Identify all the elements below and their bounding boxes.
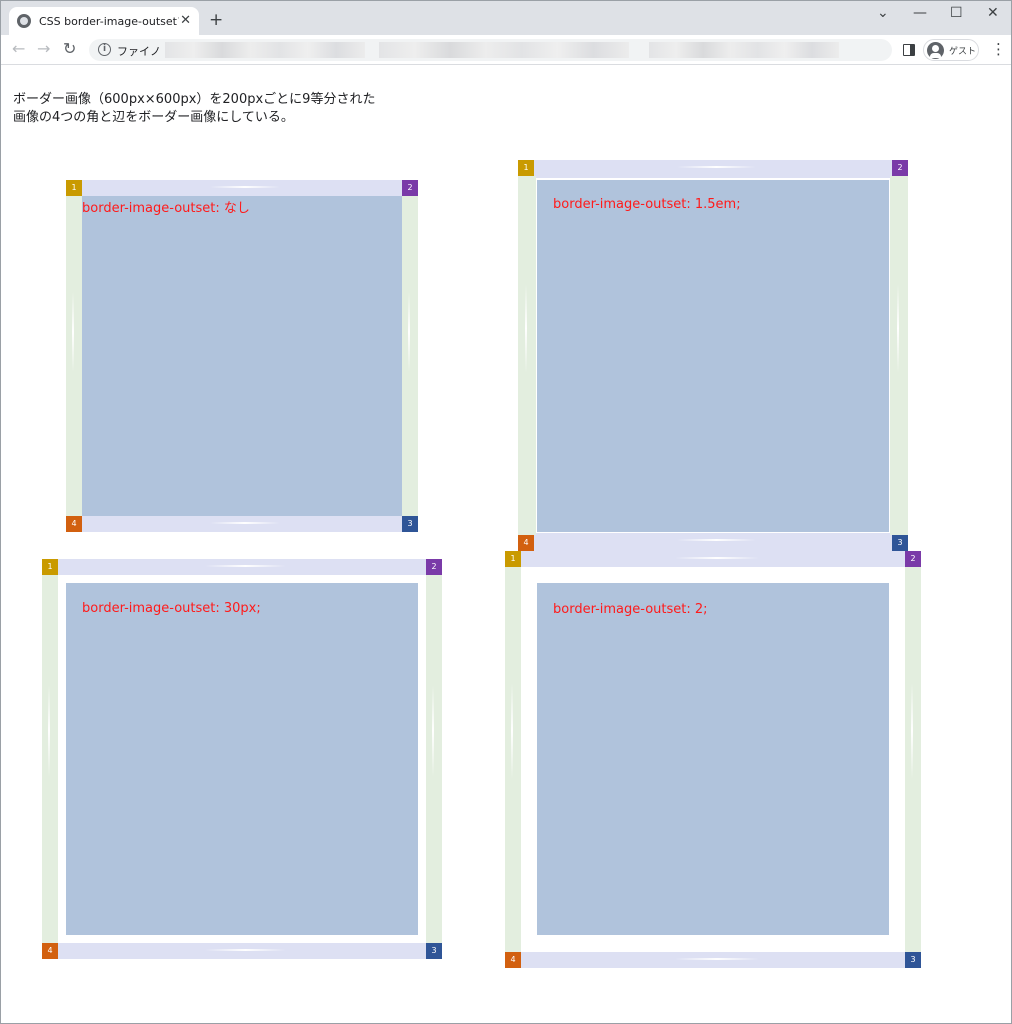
- tab-close-icon[interactable]: ✕: [180, 14, 191, 28]
- avatar-icon: [927, 41, 944, 59]
- box-label: border-image-outset: 1.5em;: [553, 197, 741, 212]
- corner-3: 3: [892, 535, 908, 551]
- corner-3: 3: [402, 516, 418, 532]
- border-image: 1 2 3 4: [42, 559, 442, 959]
- tab-strip: CSS border-image-outsetプロパテ ✕ + ⌄ — ☐ ✕: [1, 1, 1011, 35]
- side-panel-icon[interactable]: [903, 44, 915, 56]
- corner-3: 3: [905, 952, 921, 968]
- corner-4: 4: [518, 535, 534, 551]
- back-button[interactable]: ←: [12, 40, 25, 58]
- border-image: 1 2 3 4: [518, 160, 908, 551]
- corner-4: 4: [66, 516, 82, 532]
- close-window-button[interactable]: ✕: [987, 5, 999, 21]
- intro-text: ボーダー画像（600px×600px）を200pxごとに9等分された 画像の4つ…: [13, 91, 375, 127]
- corner-2: 2: [892, 160, 908, 176]
- intro-line-1: ボーダー画像（600px×600px）を200pxごとに9等分された: [13, 92, 376, 107]
- globe-icon: [17, 14, 31, 28]
- minimize-button[interactable]: —: [913, 5, 927, 21]
- menu-icon[interactable]: ⋮: [991, 40, 1006, 58]
- demo-box-outset-30px: 1 2 3 4 border-image-outset: 30px;: [42, 559, 442, 959]
- corner-1: 1: [42, 559, 58, 575]
- border-image: 1 2 3 4: [66, 180, 418, 532]
- redacted-url: [165, 42, 365, 58]
- forward-button[interactable]: →: [37, 40, 50, 58]
- demo-box-outset-2: 1 2 3 4 border-image-outset: 2;: [505, 551, 921, 968]
- corner-4: 4: [505, 952, 521, 968]
- toolbar: ← → ↻ i ファイノ ゲスト ⋮: [1, 35, 1011, 65]
- redacted-url: [649, 42, 839, 58]
- reload-button[interactable]: ↻: [63, 40, 76, 58]
- maximize-button[interactable]: ☐: [950, 5, 963, 21]
- browser-window: CSS border-image-outsetプロパテ ✕ + ⌄ — ☐ ✕ …: [0, 0, 1012, 1024]
- new-tab-button[interactable]: +: [209, 11, 223, 29]
- tab-active[interactable]: CSS border-image-outsetプロパテ ✕: [9, 7, 199, 35]
- box-label: border-image-outset: 30px;: [82, 601, 261, 616]
- address-bar[interactable]: i ファイノ: [89, 39, 892, 61]
- demo-box-outset-1-5em: 1 2 3 4 border-image-outset: 1.5em;: [518, 160, 908, 551]
- corner-1: 1: [66, 180, 82, 196]
- corner-1: 1: [518, 160, 534, 176]
- info-icon[interactable]: i: [98, 43, 111, 56]
- page-content: ボーダー画像（600px×600px）を200pxごとに9等分された 画像の4つ…: [1, 65, 1011, 1023]
- box-label: border-image-outset: なし: [82, 201, 250, 216]
- corner-4: 4: [42, 943, 58, 959]
- tab-search-icon[interactable]: ⌄: [877, 5, 889, 21]
- tab-title: CSS border-image-outsetプロパテ: [39, 15, 179, 28]
- profile-button[interactable]: ゲスト: [923, 39, 979, 61]
- redacted-url: [379, 42, 629, 58]
- profile-name: ゲスト: [949, 46, 977, 57]
- demo-box-outset-none: 1 2 3 4 border-image-outset: なし: [66, 180, 418, 532]
- corner-2: 2: [426, 559, 442, 575]
- corner-2: 2: [905, 551, 921, 567]
- box-label: border-image-outset: 2;: [553, 602, 708, 617]
- intro-line-2: 画像の4つの角と辺をボーダー画像にしている。: [13, 110, 294, 125]
- url-text: ファイノ: [117, 45, 161, 58]
- corner-2: 2: [402, 180, 418, 196]
- corner-3: 3: [426, 943, 442, 959]
- corner-1: 1: [505, 551, 521, 567]
